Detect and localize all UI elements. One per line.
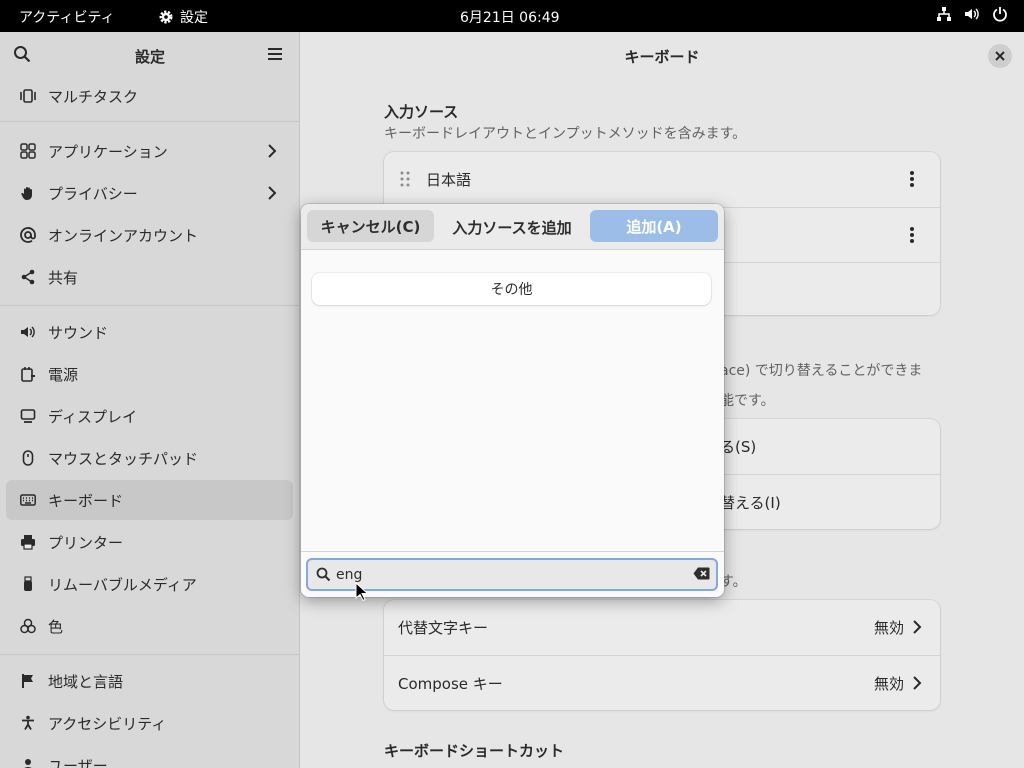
settings-window: 設定 マルチタスク アプリケーション プライバシー オンラインアカウント 共有 … xyxy=(0,32,1024,768)
other-option-row[interactable]: その他 xyxy=(312,273,711,305)
gear-icon xyxy=(159,10,173,24)
search-icon xyxy=(316,567,331,582)
activities-button[interactable]: アクティビティ xyxy=(19,7,115,27)
volume-icon xyxy=(965,8,979,20)
top-bar: アクティビティ 設定 6月21日 06:49 xyxy=(0,0,1024,32)
cancel-button[interactable]: キャンセル(C) xyxy=(307,210,434,242)
clock[interactable]: 6月21日 06:49 xyxy=(460,7,560,27)
mouse-cursor-icon xyxy=(355,582,369,602)
clear-search-icon[interactable] xyxy=(693,567,710,580)
system-tray[interactable] xyxy=(936,6,1008,22)
app-menu[interactable]: 設定 xyxy=(158,7,208,27)
search-input[interactable] xyxy=(336,565,676,585)
add-button[interactable]: 追加(A) xyxy=(590,210,718,242)
add-input-source-dialog: キャンセル(C) 入力ソースを追加 追加(A) その他 xyxy=(301,204,724,597)
app-name: 設定 xyxy=(180,10,208,26)
dialog-header: キャンセル(C) 入力ソースを追加 追加(A) xyxy=(301,204,724,250)
network-icon xyxy=(937,7,951,21)
power-icon xyxy=(993,7,1007,22)
dialog-title: 入力ソースを追加 xyxy=(452,219,572,237)
